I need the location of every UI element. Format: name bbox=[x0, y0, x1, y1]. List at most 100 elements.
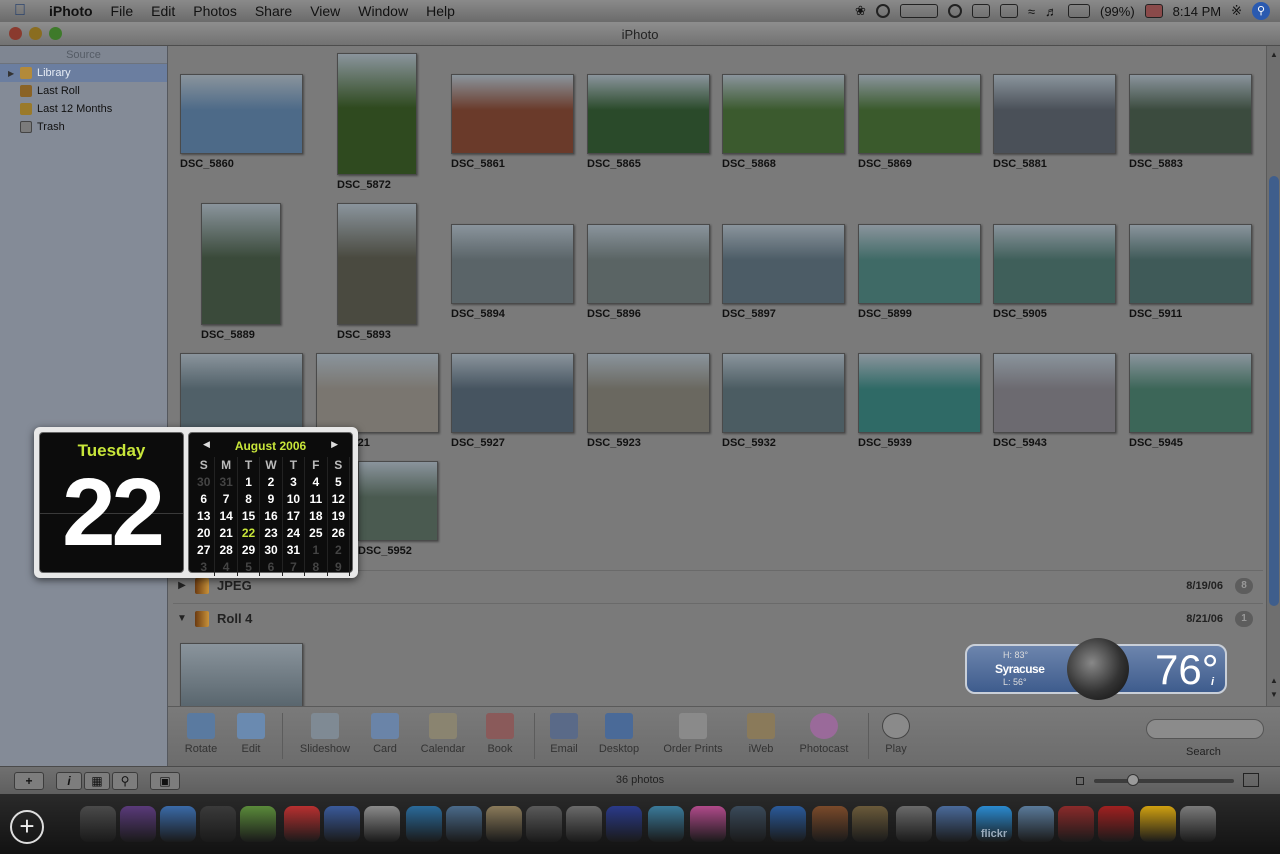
sidebar-item-last-roll[interactable]: Last Roll bbox=[0, 82, 167, 100]
volume-icon[interactable]: ♬ bbox=[1045, 4, 1058, 19]
desktop-button[interactable]: Desktop bbox=[596, 713, 642, 755]
photo-image[interactable] bbox=[858, 224, 981, 304]
dock-app-icon[interactable] bbox=[566, 806, 602, 842]
photo-thumbnail[interactable]: DSC_5939 bbox=[858, 353, 981, 449]
email-button[interactable]: Email bbox=[548, 713, 580, 755]
photo-thumbnail[interactable]: DSC_5861 bbox=[451, 74, 574, 170]
photo-thumbnail[interactable]: DSC_5905 bbox=[993, 224, 1116, 320]
dock-app-icon[interactable] bbox=[160, 806, 196, 842]
photo-image[interactable] bbox=[180, 643, 303, 706]
dock-app-icon[interactable] bbox=[690, 806, 726, 842]
photo-image[interactable] bbox=[993, 74, 1116, 154]
photo-thumbnail[interactable]: DSC_5868 bbox=[722, 74, 845, 170]
photo-thumbnail[interactable]: DSC_5869 bbox=[858, 74, 981, 170]
dock-app-icon[interactable] bbox=[1098, 806, 1134, 842]
dock-app-icon[interactable]: flickr bbox=[976, 806, 1012, 842]
dock-app-icon[interactable] bbox=[446, 806, 482, 842]
next-month-icon[interactable]: ▶ bbox=[331, 439, 338, 450]
calendar-button[interactable]: Calendar bbox=[418, 713, 468, 755]
photo-thumbnail[interactable]: DSC_5860 bbox=[180, 74, 303, 170]
menu-share[interactable]: Share bbox=[246, 3, 301, 19]
battery-icon[interactable] bbox=[1067, 4, 1090, 18]
play-button[interactable]: Play bbox=[882, 713, 910, 755]
status-circle-icon[interactable] bbox=[875, 4, 890, 18]
slider-knob[interactable] bbox=[1127, 774, 1139, 786]
menu-app-iphoto[interactable]: iPhoto bbox=[40, 3, 102, 19]
photo-image[interactable] bbox=[722, 353, 845, 433]
dock-app-icon[interactable] bbox=[200, 806, 236, 842]
photo-image[interactable] bbox=[180, 353, 303, 433]
order-prints-button[interactable]: Order Prints bbox=[658, 713, 728, 755]
disclosure-expanded-icon[interactable]: ▼ bbox=[173, 613, 191, 624]
dock-app-icon[interactable] bbox=[120, 806, 156, 842]
scroll-up-arrow-icon[interactable]: ▲ bbox=[1270, 676, 1278, 685]
dock-app-icon[interactable] bbox=[770, 806, 806, 842]
photo-thumbnail[interactable]: DSC_5897 bbox=[722, 224, 845, 320]
photo-thumbnail[interactable] bbox=[180, 643, 303, 706]
calendar-date-panel[interactable]: Tuesday 22 bbox=[39, 432, 184, 573]
thumbnail-size-slider[interactable] bbox=[1094, 774, 1234, 786]
dock-app-icon[interactable] bbox=[486, 806, 522, 842]
photo-image[interactable] bbox=[587, 74, 710, 154]
spotlight-icon[interactable]: ⚲ bbox=[1252, 2, 1270, 20]
flag-icon[interactable] bbox=[971, 4, 990, 18]
disclosure-collapsed-icon[interactable]: ▶ bbox=[173, 580, 191, 591]
menu-window[interactable]: Window bbox=[349, 3, 417, 19]
photo-image[interactable] bbox=[993, 353, 1116, 433]
book-button[interactable]: Book bbox=[484, 713, 516, 755]
photo-thumbnail[interactable]: DSC_5872 bbox=[337, 53, 417, 191]
dock-app-icon[interactable] bbox=[1058, 806, 1094, 842]
card-button[interactable]: Card bbox=[370, 713, 400, 755]
dock-app-icon[interactable] bbox=[406, 806, 442, 842]
widget-info-button[interactable]: i bbox=[1211, 676, 1214, 688]
photo-image[interactable] bbox=[587, 353, 710, 433]
us-flag-icon[interactable] bbox=[1144, 4, 1163, 18]
weather-widget[interactable]: H: 83° Syracuse L: 56° 76° i bbox=[965, 638, 1227, 700]
itunes-controls-icon[interactable] bbox=[899, 4, 938, 18]
photo-thumbnail[interactable]: DSC_5899 bbox=[858, 224, 981, 320]
roll-row-roll-4[interactable]: ▼ Roll 4 8/21/06 1 bbox=[173, 603, 1263, 633]
menu-file[interactable]: File bbox=[102, 3, 143, 19]
photo-thumbnail[interactable]: DSC_5894 bbox=[451, 224, 574, 320]
photo-image[interactable] bbox=[587, 224, 710, 304]
sidebar-item-trash[interactable]: Trash bbox=[0, 118, 167, 136]
iweb-button[interactable]: iWeb bbox=[744, 713, 778, 755]
dock-app-icon[interactable] bbox=[648, 806, 684, 842]
add-dock-icon[interactable]: + bbox=[10, 810, 44, 844]
photo-thumbnail[interactable]: DSC_5932 bbox=[722, 353, 845, 449]
dock-app-icon[interactable] bbox=[812, 806, 848, 842]
dock-app-icon[interactable] bbox=[852, 806, 888, 842]
dock-app-icon[interactable] bbox=[526, 806, 562, 842]
scroll-down-arrow-icon[interactable]: ▼ bbox=[1270, 690, 1278, 699]
dock-app-icon[interactable] bbox=[80, 806, 116, 842]
photo-image[interactable] bbox=[337, 53, 417, 175]
photo-image[interactable] bbox=[201, 203, 281, 325]
photo-image[interactable] bbox=[316, 353, 439, 433]
photo-image[interactable] bbox=[1129, 224, 1252, 304]
photo-image[interactable] bbox=[1129, 74, 1252, 154]
photo-thumbnail[interactable]: DSC_5943 bbox=[993, 353, 1116, 449]
photo-image[interactable] bbox=[451, 74, 574, 154]
dock-app-icon[interactable] bbox=[1018, 806, 1054, 842]
bluetooth-icon[interactable]: ※ bbox=[1231, 3, 1242, 19]
edit-button[interactable]: Edit bbox=[234, 713, 268, 755]
butterfly-icon[interactable]: ❀ bbox=[855, 3, 866, 19]
dock-app-icon[interactable] bbox=[364, 806, 400, 842]
photo-thumbnail[interactable]: DSC_5923 bbox=[587, 353, 710, 449]
dock-app-icon[interactable] bbox=[1140, 806, 1176, 842]
scroll-up-arrow-icon[interactable]: ▲ bbox=[1270, 50, 1278, 59]
disclosure-triangle-icon[interactable]: ▶ bbox=[8, 69, 14, 78]
vertical-scrollbar[interactable]: ▲ ▲ ▼ bbox=[1266, 46, 1280, 706]
photo-thumbnail[interactable]: DSC_5896 bbox=[587, 224, 710, 320]
menu-clock[interactable]: 8:14 PM bbox=[1173, 4, 1221, 19]
sidebar-item-library[interactable]: ▶ Library bbox=[0, 64, 167, 82]
menu-view[interactable]: View bbox=[301, 3, 349, 19]
photo-thumbnail[interactable]: DSC_5865 bbox=[587, 74, 710, 170]
display-icon[interactable] bbox=[999, 4, 1018, 18]
sidebar-item-last-12-months[interactable]: Last 12 Months bbox=[0, 100, 167, 118]
apple-menu-icon[interactable]:  bbox=[0, 2, 40, 20]
photo-image[interactable] bbox=[451, 353, 574, 433]
dock-app-icon[interactable] bbox=[324, 806, 360, 842]
dock-app-icon[interactable] bbox=[240, 806, 276, 842]
wifi-icon[interactable]: ≈ bbox=[1028, 4, 1035, 19]
